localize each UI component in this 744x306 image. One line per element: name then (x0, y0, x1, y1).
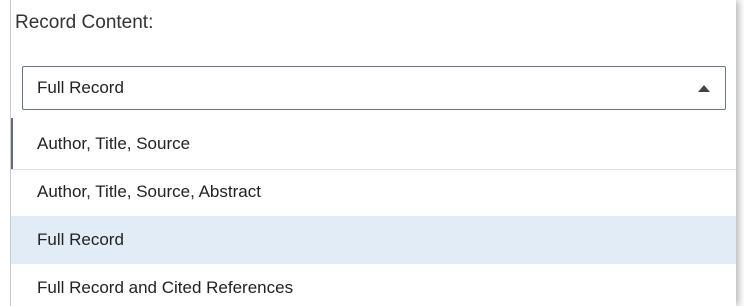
selected-value: Full Record (37, 78, 124, 97)
record-content-select[interactable]: Full Record (22, 66, 726, 110)
option-full-record[interactable]: Full Record (11, 216, 736, 264)
record-content-panel: Record Content: Full Record Author, Titl… (0, 0, 736, 306)
record-content-dropdown-menu: Author, Title, Source Author, Title, Sou… (11, 118, 736, 306)
option-author-title-source[interactable]: Author, Title, Source (11, 120, 736, 168)
option-full-record-cited-references[interactable]: Full Record and Cited References (11, 264, 736, 306)
option-author-title-source-abstract[interactable]: Author, Title, Source, Abstract (11, 168, 736, 216)
caret-up-icon (698, 85, 710, 92)
record-content-label: Record Content: (15, 12, 154, 33)
